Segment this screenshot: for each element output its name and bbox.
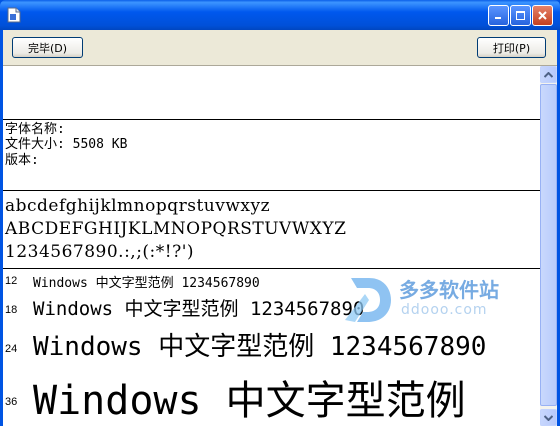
size-sample-text: Windows 中文字型范例 1234567890: [33, 276, 260, 291]
minimize-icon: [495, 17, 501, 19]
watermark-logo-icon: [345, 278, 391, 322]
vertical-scrollbar[interactable]: [540, 66, 557, 426]
font-viewer-window: 完毕(D) 打印(P) 字体名称: 文件大小: 5508 KB 版本: abcd…: [0, 0, 560, 426]
print-button[interactable]: 打印(P): [477, 37, 546, 58]
digits-sample: 1234567890.:,;(:*!?'): [5, 242, 195, 262]
close-button[interactable]: [532, 5, 553, 26]
font-preview-area: 字体名称: 文件大小: 5508 KB 版本: abcdefghijklmnop…: [3, 66, 540, 426]
title-bar[interactable]: [0, 0, 560, 30]
size-sample-row: 36 Windows 中文字型范例: [3, 366, 540, 426]
uppercase-sample: ABCDEFGHIJKLMNOPQRSTUVWXYZ: [5, 219, 347, 239]
maximize-button[interactable]: [510, 5, 531, 26]
divider: [3, 119, 540, 120]
lowercase-sample: abcdefghijklmnopqrstuvwxyz: [5, 196, 271, 216]
version-label: 版本:: [5, 153, 39, 168]
toolbar: 完毕(D) 打印(P): [3, 30, 557, 66]
watermark-url: ddooo.com: [401, 302, 488, 318]
divider: [3, 268, 540, 269]
size-label: 24: [5, 343, 18, 355]
file-size-label: 文件大小: 5508 KB: [5, 137, 128, 152]
size-label: 36: [5, 396, 18, 408]
done-button[interactable]: 完毕(D): [12, 37, 83, 58]
size-sample-text: Windows 中文字型范例 1234567890: [33, 298, 365, 320]
client-area: 完毕(D) 打印(P) 字体名称: 文件大小: 5508 KB 版本: abcd…: [3, 30, 557, 426]
close-icon: [538, 11, 547, 20]
minimize-button[interactable]: [488, 5, 509, 26]
size-label: 18: [5, 304, 18, 316]
size-label: 12: [5, 275, 18, 287]
app-icon: [7, 7, 21, 23]
scroll-down-button[interactable]: [540, 409, 557, 426]
watermark-title: 多多软件站: [399, 278, 499, 302]
font-name-label: 字体名称:: [5, 122, 65, 137]
size-sample-text: Windows 中文字型范例: [33, 378, 466, 424]
scroll-up-icon: [544, 71, 553, 78]
maximize-icon: [516, 11, 525, 20]
scroll-down-icon: [544, 414, 553, 421]
scroll-thumb[interactable]: [540, 84, 557, 406]
scroll-up-button[interactable]: [540, 66, 557, 83]
divider: [3, 190, 540, 191]
watermark: 多多软件站 ddooo.com: [343, 272, 523, 332]
